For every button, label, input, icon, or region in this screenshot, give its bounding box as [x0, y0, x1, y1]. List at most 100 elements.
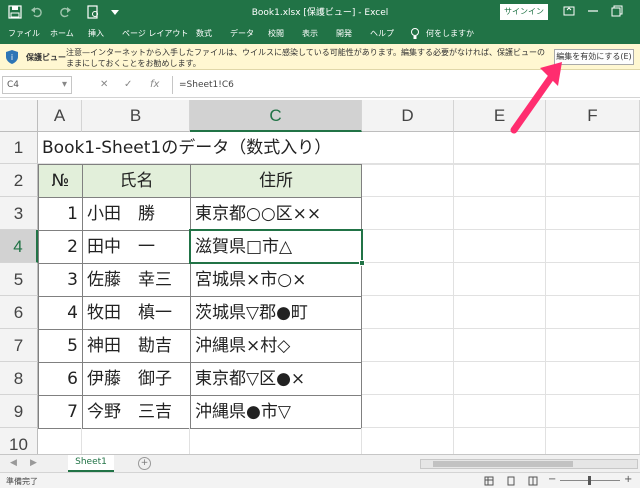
cell-a1-title[interactable]: Book1-Sheet1のデータ（数式入り）: [38, 132, 362, 164]
cell-e6[interactable]: [454, 296, 546, 329]
cell-a10[interactable]: [38, 428, 82, 454]
cell-no[interactable]: 2: [38, 230, 83, 264]
cell-no[interactable]: 6: [38, 362, 83, 396]
cell-e10[interactable]: [454, 428, 546, 454]
tab-developer[interactable]: 開発: [336, 28, 352, 39]
cell-e3[interactable]: [454, 197, 546, 230]
cell-no[interactable]: 4: [38, 296, 83, 330]
tab-insert[interactable]: 挿入: [88, 28, 104, 39]
sheet-next-icon[interactable]: ▶: [30, 458, 37, 468]
cell-d9[interactable]: [362, 395, 454, 428]
zoom-slider-thumb[interactable]: [588, 476, 591, 485]
cell-address[interactable]: 東京都▽区●×: [190, 362, 362, 396]
cell-f7[interactable]: [546, 329, 640, 362]
cell-address[interactable]: 宮城県×市○×: [190, 263, 362, 297]
row-header-7[interactable]: 7: [0, 329, 38, 362]
cell-name[interactable]: 伊藤 御子: [82, 362, 191, 396]
cell-no[interactable]: 3: [38, 263, 83, 297]
cell-e9[interactable]: [454, 395, 546, 428]
cell-f6[interactable]: [546, 296, 640, 329]
normal-view-icon[interactable]: [484, 476, 494, 486]
cell-address[interactable]: 東京都○○区××: [190, 197, 362, 231]
cell-d5[interactable]: [362, 263, 454, 296]
row-header-6[interactable]: 6: [0, 296, 38, 329]
minimize-icon[interactable]: [586, 4, 600, 18]
horizontal-scrollbar[interactable]: [420, 459, 638, 469]
cell-f4[interactable]: [546, 230, 640, 263]
cell-address[interactable]: 沖縄県×村◇: [190, 329, 362, 363]
header-address[interactable]: 住所: [190, 164, 362, 198]
cell-name[interactable]: 佐藤 幸三: [82, 263, 191, 297]
header-no[interactable]: №: [38, 164, 83, 198]
tab-data[interactable]: データ: [230, 28, 254, 39]
cell-no[interactable]: 7: [38, 395, 83, 429]
cell-f9[interactable]: [546, 395, 640, 428]
zoom-out-icon[interactable]: −: [548, 474, 556, 485]
cell-f3[interactable]: [546, 197, 640, 230]
cell-f8[interactable]: [546, 362, 640, 395]
cell-e7[interactable]: [454, 329, 546, 362]
row-header-1[interactable]: 1: [0, 132, 38, 164]
tab-review[interactable]: 校閲: [268, 28, 284, 39]
cell-d4[interactable]: [362, 230, 454, 263]
tab-home[interactable]: ホーム: [50, 28, 74, 39]
enter-icon[interactable]: ✓: [124, 79, 132, 90]
row-header-2[interactable]: 2: [0, 164, 38, 197]
page-layout-view-icon[interactable]: [506, 476, 516, 486]
cell-b10[interactable]: [82, 428, 190, 454]
zoom-in-icon[interactable]: +: [624, 474, 632, 485]
cell-name[interactable]: 今野 三吉: [82, 395, 191, 429]
row-header-9[interactable]: 9: [0, 395, 38, 428]
sheet-tab-sheet1[interactable]: Sheet1: [68, 455, 114, 472]
cell-d3[interactable]: [362, 197, 454, 230]
ribbon-display-icon[interactable]: [562, 4, 576, 18]
sheet-prev-icon[interactable]: ◀: [10, 458, 17, 468]
cancel-icon[interactable]: ✕: [100, 79, 108, 90]
cell-e5[interactable]: [454, 263, 546, 296]
cell-f5[interactable]: [546, 263, 640, 296]
restore-icon[interactable]: [610, 4, 624, 18]
name-box-dropdown-icon[interactable]: ▾: [62, 79, 67, 90]
add-sheet-button[interactable]: +: [138, 457, 151, 470]
cell-address[interactable]: 沖縄県●市▽: [190, 395, 362, 429]
cell-d7[interactable]: [362, 329, 454, 362]
cell-address[interactable]: 茨城県▽郡●町: [190, 296, 362, 330]
cell-d2[interactable]: [362, 164, 454, 197]
insert-function-icon[interactable]: fx: [150, 79, 159, 90]
tab-file[interactable]: ファイル: [8, 28, 40, 39]
row-header-5[interactable]: 5: [0, 263, 38, 296]
tab-help[interactable]: ヘルプ: [370, 28, 394, 39]
cell-d10[interactable]: [362, 428, 454, 454]
select-all-corner[interactable]: [0, 100, 38, 132]
cell-no[interactable]: 5: [38, 329, 83, 363]
cell-name[interactable]: 牧田 槙一: [82, 296, 191, 330]
page-break-view-icon[interactable]: [528, 476, 538, 486]
cell-f2[interactable]: [546, 164, 640, 197]
cell-no[interactable]: 1: [38, 197, 83, 231]
cell-name[interactable]: 田中 一: [82, 230, 191, 264]
cell-d1[interactable]: [362, 132, 454, 164]
tab-view[interactable]: 表示: [302, 28, 318, 39]
sign-in-button[interactable]: サインイン: [500, 4, 548, 20]
cell-f1[interactable]: [546, 132, 640, 164]
column-header-a[interactable]: A: [38, 100, 82, 132]
tell-me-search[interactable]: 何をしますか: [426, 28, 474, 39]
cell-d6[interactable]: [362, 296, 454, 329]
column-header-d[interactable]: D: [362, 100, 454, 132]
cell-c10[interactable]: [190, 428, 362, 454]
cell-name[interactable]: 小田 勝: [82, 197, 191, 231]
cell-f10[interactable]: [546, 428, 640, 454]
horizontal-scroll-thumb[interactable]: [433, 461, 573, 467]
tab-page-layout[interactable]: ページ レイアウト: [122, 28, 188, 39]
column-header-c[interactable]: C: [190, 100, 362, 132]
row-header-8[interactable]: 8: [0, 362, 38, 395]
row-header-4[interactable]: 4: [0, 230, 38, 263]
fill-handle[interactable]: [359, 260, 365, 266]
row-header-10[interactable]: 10: [0, 428, 38, 454]
column-header-b[interactable]: B: [82, 100, 190, 132]
cell-d8[interactable]: [362, 362, 454, 395]
cell-e8[interactable]: [454, 362, 546, 395]
cell-name[interactable]: 神田 勘吉: [82, 329, 191, 363]
cell-e1[interactable]: [454, 132, 546, 164]
header-name[interactable]: 氏名: [82, 164, 191, 198]
